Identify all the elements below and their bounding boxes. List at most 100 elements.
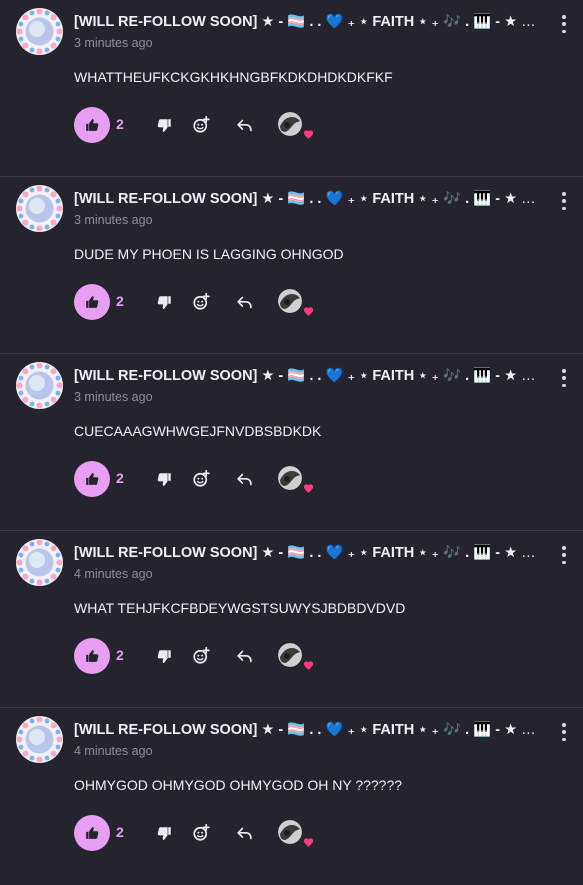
comment-timestamp: 3 minutes ago — [74, 390, 153, 404]
sticker-icon — [193, 647, 210, 664]
comment-text: DUDE MY PHOEN IS LAGGING OHNGOD — [74, 246, 344, 262]
dislike-button[interactable] — [154, 823, 174, 843]
creator-heart-avatar — [278, 820, 302, 844]
author-handle[interactable]: @F… — [521, 14, 543, 29]
comment-header: [WILL RE-FOLLOW SOON] ★ - 🏳️‍⚧️ . . 💙 ₊ … — [74, 721, 543, 739]
thumbs-down-icon — [157, 826, 171, 840]
like-count: 2 — [116, 824, 124, 840]
sticker-icon — [193, 824, 210, 841]
thumbs-up-icon — [86, 826, 99, 839]
author-handle[interactable]: @F… — [521, 545, 543, 560]
creator-heart-avatar — [278, 289, 302, 313]
creator-heart-avatar — [278, 466, 302, 490]
comment-timestamp: 3 minutes ago — [74, 36, 153, 50]
more-options-button[interactable] — [557, 369, 571, 387]
more-options-button[interactable] — [557, 723, 571, 741]
dislike-button[interactable] — [154, 115, 174, 135]
author-handle[interactable]: @F… — [521, 368, 543, 383]
more-vertical-icon — [562, 723, 566, 727]
more-vertical-icon — [562, 15, 566, 19]
thumbs-up-icon — [86, 649, 99, 662]
dislike-button[interactable] — [154, 646, 174, 666]
comment-header: [WILL RE-FOLLOW SOON] ★ - 🏳️‍⚧️ . . 💙 ₊ … — [74, 544, 543, 562]
reply-button[interactable] — [234, 292, 254, 312]
comment-timestamp: 4 minutes ago — [74, 567, 153, 581]
sticker-button[interactable] — [191, 823, 211, 843]
more-vertical-icon — [562, 192, 566, 196]
more-vertical-icon — [562, 546, 566, 550]
like-button[interactable] — [74, 107, 110, 143]
comment-text: WHAT TEHJFKCFBDEYWGSTSUWYSJBDBDVDVD — [74, 600, 406, 616]
comment-header: [WILL RE-FOLLOW SOON] ★ - 🏳️‍⚧️ . . 💙 ₊ … — [74, 190, 543, 208]
reply-icon — [236, 296, 252, 308]
thumbs-up-icon — [86, 295, 99, 308]
reply-icon — [236, 473, 252, 485]
comment-text: OHMYGOD OHMYGOD OHMYGOD OH NY ?????? — [74, 777, 403, 793]
comment-text: CUECAAAGWHWGEJFNVDBSBDKDK — [74, 423, 322, 439]
more-vertical-icon — [562, 369, 566, 373]
sticker-button[interactable] — [191, 646, 211, 666]
avatar[interactable] — [16, 185, 63, 232]
comment-item: [WILL RE-FOLLOW SOON] ★ - 🏳️‍⚧️ . . 💙 ₊ … — [0, 354, 583, 531]
author-name[interactable]: [WILL RE-FOLLOW SOON] ★ - 🏳️‍⚧️ . . 💙 ₊ … — [74, 191, 517, 207]
author-handle[interactable]: @F… — [521, 722, 543, 737]
comment-actions: 2 — [74, 284, 494, 320]
sticker-button[interactable] — [191, 292, 211, 312]
reply-button[interactable] — [234, 646, 254, 666]
comment-item: [WILL RE-FOLLOW SOON] ★ - 🏳️‍⚧️ . . 💙 ₊ … — [0, 0, 583, 177]
comment-item: [WILL RE-FOLLOW SOON] ★ - 🏳️‍⚧️ . . 💙 ₊ … — [0, 531, 583, 708]
thumbs-down-icon — [157, 649, 171, 663]
comment-item: [WILL RE-FOLLOW SOON] ★ - 🏳️‍⚧️ . . 💙 ₊ … — [0, 708, 583, 885]
avatar[interactable] — [16, 362, 63, 409]
author-name[interactable]: [WILL RE-FOLLOW SOON] ★ - 🏳️‍⚧️ . . 💙 ₊ … — [74, 545, 517, 561]
avatar[interactable] — [16, 8, 63, 55]
comment-actions: 2 — [74, 461, 494, 497]
reply-icon — [236, 119, 252, 131]
like-button[interactable] — [74, 461, 110, 497]
avatar[interactable] — [16, 716, 63, 763]
author-name[interactable]: [WILL RE-FOLLOW SOON] ★ - 🏳️‍⚧️ . . 💙 ₊ … — [74, 722, 517, 738]
thumbs-up-icon — [86, 472, 99, 485]
avatar[interactable] — [16, 539, 63, 586]
creator-heart-avatar — [278, 643, 302, 667]
author-name[interactable]: [WILL RE-FOLLOW SOON] ★ - 🏳️‍⚧️ . . 💙 ₊ … — [74, 368, 517, 384]
reply-icon — [236, 827, 252, 839]
like-count: 2 — [116, 293, 124, 309]
like-button[interactable] — [74, 284, 110, 320]
comment-actions: 2 — [74, 815, 494, 851]
reply-button[interactable] — [234, 115, 254, 135]
sticker-button[interactable] — [191, 115, 211, 135]
dislike-button[interactable] — [154, 469, 174, 489]
comment-timestamp: 3 minutes ago — [74, 213, 153, 227]
comment-header: [WILL RE-FOLLOW SOON] ★ - 🏳️‍⚧️ . . 💙 ₊ … — [74, 13, 543, 31]
comment-item: [WILL RE-FOLLOW SOON] ★ - 🏳️‍⚧️ . . 💙 ₊ … — [0, 177, 583, 354]
like-count: 2 — [116, 647, 124, 663]
thumbs-down-icon — [157, 118, 171, 132]
comment-header: [WILL RE-FOLLOW SOON] ★ - 🏳️‍⚧️ . . 💙 ₊ … — [74, 367, 543, 385]
reply-button[interactable] — [234, 469, 254, 489]
reply-button[interactable] — [234, 823, 254, 843]
more-options-button[interactable] — [557, 546, 571, 564]
sticker-button[interactable] — [191, 469, 211, 489]
heart-icon — [301, 127, 315, 141]
author-name[interactable]: [WILL RE-FOLLOW SOON] ★ - 🏳️‍⚧️ . . 💙 ₊ … — [74, 14, 517, 30]
author-handle[interactable]: @F… — [521, 191, 543, 206]
dislike-button[interactable] — [154, 292, 174, 312]
heart-icon — [301, 658, 315, 672]
heart-icon — [301, 481, 315, 495]
creator-heart-avatar — [278, 112, 302, 136]
sticker-icon — [193, 470, 210, 487]
reply-icon — [236, 650, 252, 662]
thumbs-down-icon — [157, 472, 171, 486]
comment-timestamp: 4 minutes ago — [74, 744, 153, 758]
thumbs-down-icon — [157, 295, 171, 309]
comment-actions: 2 — [74, 107, 494, 143]
sticker-icon — [193, 293, 210, 310]
more-options-button[interactable] — [557, 15, 571, 33]
like-button[interactable] — [74, 815, 110, 851]
heart-icon — [301, 304, 315, 318]
like-button[interactable] — [74, 638, 110, 674]
sticker-icon — [193, 116, 210, 133]
more-options-button[interactable] — [557, 192, 571, 210]
comment-list: [WILL RE-FOLLOW SOON] ★ - 🏳️‍⚧️ . . 💙 ₊ … — [0, 0, 583, 885]
